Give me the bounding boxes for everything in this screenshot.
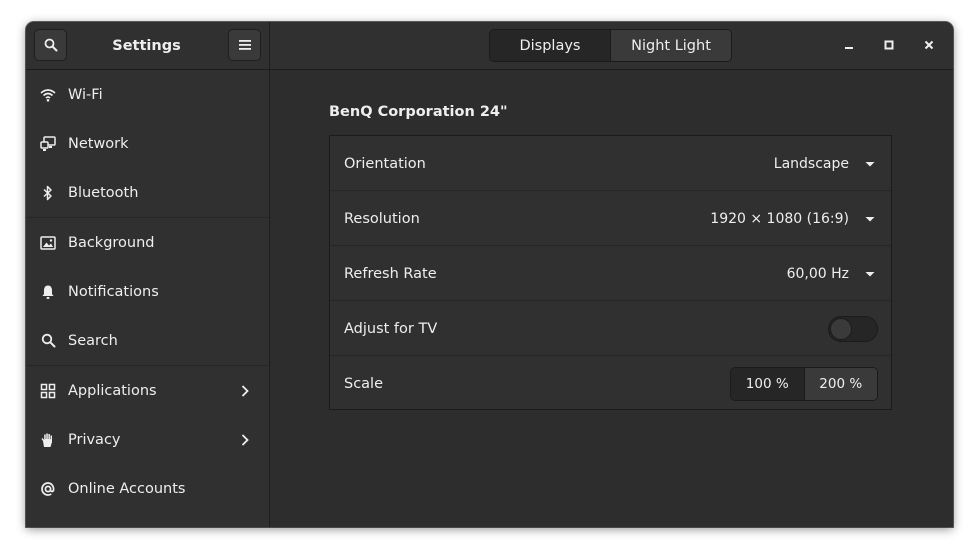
refresh-rate-label: Refresh Rate — [344, 265, 437, 282]
header-bar: Settings Displays Night Light — [26, 22, 953, 70]
monitor-name: BenQ Corporation 24" — [329, 104, 508, 120]
sidebar-item-bluetooth[interactable]: Bluetooth — [26, 168, 269, 217]
hand-icon — [39, 431, 57, 449]
sidebar-item-label: Privacy — [68, 431, 121, 448]
dropdown-arrow-icon — [865, 161, 875, 166]
sidebar-item-applications[interactable]: Applications — [26, 366, 269, 415]
network-icon — [39, 135, 57, 153]
sidebar-item-label: Network — [68, 135, 129, 152]
at-icon — [39, 480, 57, 498]
wifi-icon — [39, 86, 57, 104]
sidebar-item-background[interactable]: Background — [26, 218, 269, 267]
scale-row: Scale 100 % 200 % — [330, 356, 891, 411]
sidebar-item-label: Notifications — [68, 283, 159, 300]
applications-icon — [39, 382, 57, 400]
scale-label: Scale — [344, 375, 384, 392]
sidebar-item-label: Search — [68, 332, 118, 349]
adjust-tv-row: Adjust for TV — [330, 301, 891, 356]
dropdown-arrow-icon — [865, 216, 875, 221]
sidebar-item-label: Wi-Fi — [68, 86, 103, 103]
search-button[interactable] — [34, 29, 67, 61]
background-icon — [39, 234, 57, 252]
orientation-value: Landscape — [773, 155, 849, 172]
search-icon — [44, 38, 57, 52]
resolution-value: 1920 × 1080 (16:9) — [710, 210, 849, 227]
view-switcher: Displays Night Light — [489, 29, 732, 62]
minimize-icon — [845, 47, 853, 49]
sidebar-item-wifi[interactable]: Wi-Fi — [26, 70, 269, 119]
scale-200-button[interactable]: 200 % — [804, 367, 877, 400]
window-title: Settings — [112, 37, 181, 54]
close-button[interactable] — [917, 33, 941, 57]
chevron-right-icon — [241, 433, 249, 446]
adjust-tv-switch[interactable] — [828, 315, 878, 342]
sidebar-item-search[interactable]: Search — [26, 316, 269, 365]
display-settings-list: Orientation Landscape Resolution 1920 × … — [329, 135, 892, 410]
hamburger-menu-icon — [238, 40, 251, 50]
settings-window: Settings Displays Night Light Wi-Fi Netw… — [26, 22, 953, 527]
sidebar: Wi-Fi Network Bluetooth Background Notif… — [26, 70, 270, 527]
scale-selector: 100 % 200 % — [730, 366, 878, 401]
refresh-rate-value: 60,00 Hz — [786, 265, 849, 282]
sidebar-item-notifications[interactable]: Notifications — [26, 267, 269, 316]
switch-knob — [830, 317, 852, 340]
scale-100-button[interactable]: 100 % — [731, 367, 805, 400]
sidebar-item-privacy[interactable]: Privacy — [26, 415, 269, 464]
sidebar-item-label: Background — [68, 234, 155, 251]
sidebar-header: Settings — [26, 22, 270, 69]
sidebar-item-network[interactable]: Network — [26, 119, 269, 168]
maximize-icon — [884, 40, 894, 50]
close-icon — [924, 40, 934, 50]
main-menu-button[interactable] — [228, 29, 261, 61]
dropdown-arrow-icon — [865, 271, 875, 276]
search-icon — [39, 332, 57, 350]
refresh-rate-row[interactable]: Refresh Rate 60,00 Hz — [330, 246, 891, 301]
sidebar-item-online-accounts[interactable]: Online Accounts — [26, 464, 269, 513]
orientation-label: Orientation — [344, 155, 426, 172]
resolution-row[interactable]: Resolution 1920 × 1080 (16:9) — [330, 191, 891, 246]
adjust-tv-label: Adjust for TV — [344, 320, 438, 337]
maximize-button[interactable] — [877, 33, 901, 57]
resolution-label: Resolution — [344, 210, 420, 227]
chevron-right-icon — [241, 384, 249, 397]
bluetooth-icon — [39, 184, 57, 202]
sidebar-item-label: Online Accounts — [68, 480, 186, 497]
sidebar-item-label: Bluetooth — [68, 184, 139, 201]
tab-night-light[interactable]: Night Light — [611, 30, 731, 61]
tab-displays[interactable]: Displays — [490, 30, 611, 61]
orientation-row[interactable]: Orientation Landscape — [330, 136, 891, 191]
minimize-button[interactable] — [837, 33, 861, 57]
sidebar-item-label: Applications — [68, 382, 157, 399]
bell-icon — [39, 283, 57, 301]
displays-panel: BenQ Corporation 24" Orientation Landsca… — [270, 70, 953, 527]
